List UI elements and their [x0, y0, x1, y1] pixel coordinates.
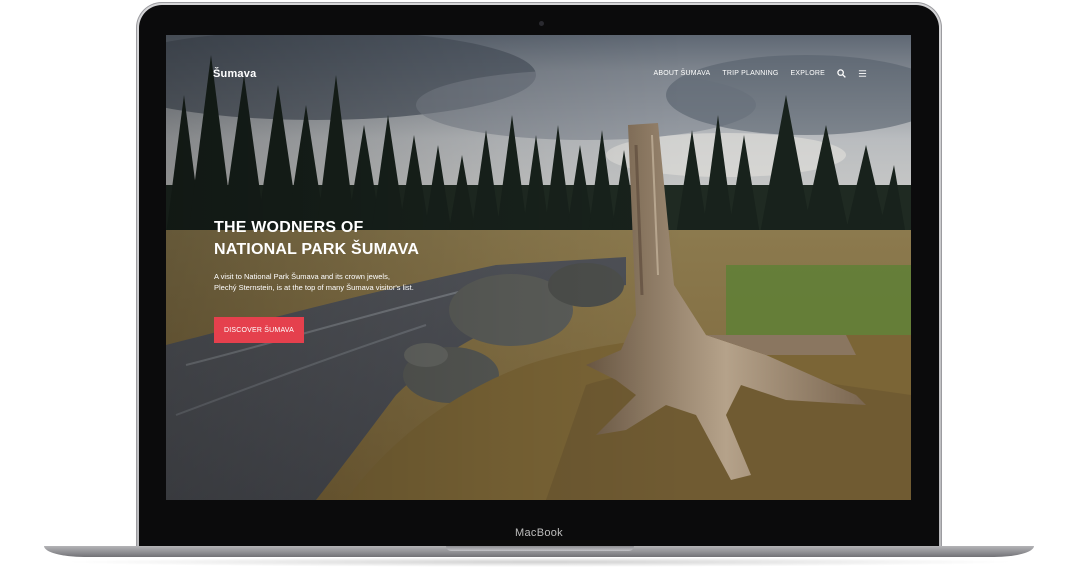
hero-title-line-2: NATIONAL PARK ŠUMAVA: [214, 241, 420, 258]
hero-description: A visit to National Park Šumava and its …: [214, 272, 414, 292]
laptop-shadow: [60, 557, 1020, 567]
laptop-opening-notch: [446, 546, 634, 551]
webcam: [539, 21, 544, 26]
hero-title: THE WODNERS OF NATIONAL PARK ŠUMAVA: [214, 217, 514, 261]
hero-title-line-1: THE WODNERS OF: [214, 219, 364, 236]
website-screen: Šumava ABOUT ŠUMAVA TRIP PLANNING EXPLOR…: [166, 35, 911, 500]
nav-explore[interactable]: EXPLORE: [791, 70, 825, 77]
laptop-mockup: MacBook Šumava ABOUT ŠUMAVA TRIP PLANNIN…: [0, 0, 1080, 581]
main-navigation: ABOUT ŠUMAVA TRIP PLANNING EXPLORE: [654, 69, 868, 78]
nav-about[interactable]: ABOUT ŠUMAVA: [654, 70, 711, 77]
nav-trip-planning[interactable]: TRIP PLANNING: [722, 70, 778, 77]
device-brand-label: MacBook: [515, 527, 563, 539]
search-icon[interactable]: [837, 69, 846, 78]
site-logo[interactable]: Šumava: [213, 68, 256, 80]
image-overlay: [166, 35, 911, 500]
hamburger-menu-icon[interactable]: [858, 69, 867, 78]
discover-sumava-button[interactable]: DISCOVER ŠUMAVA: [214, 317, 304, 343]
